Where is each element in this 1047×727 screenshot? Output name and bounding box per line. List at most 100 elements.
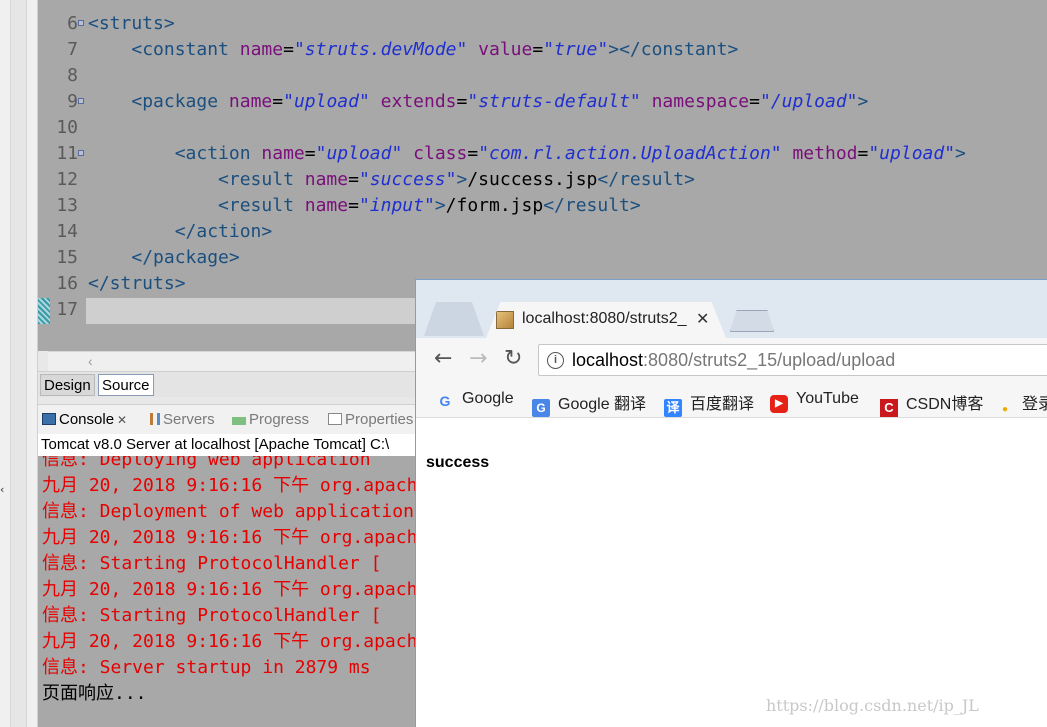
info-icon[interactable]: i xyxy=(547,352,564,369)
forward-arrow-icon[interactable]: → xyxy=(469,346,487,371)
address-bar[interactable]: i localhost:8080/struts2_15/upload/uploa… xyxy=(538,344,1047,376)
fold-toggle-icon[interactable] xyxy=(78,20,84,26)
log-line: 九月 20, 2018 9:16:16 下午 org.apache xyxy=(42,527,418,548)
code-token: ></constant> xyxy=(608,39,739,60)
code-token: "upload" xyxy=(283,91,370,112)
console-view-tabs: Console ✕ Servers Progress Properties xyxy=(38,404,418,434)
page-message: success xyxy=(426,454,490,471)
code-token: "/upload" xyxy=(759,91,858,112)
code-token: = xyxy=(467,143,479,164)
code-line[interactable]: 15 </package> xyxy=(38,245,1047,271)
code-line[interactable]: 12 <result name="success">/success.jsp</… xyxy=(38,167,1047,193)
youtube-icon: ▶ xyxy=(770,395,788,413)
code-line[interactable]: 10 xyxy=(38,115,1047,141)
code-token: "struts.devMode" xyxy=(293,39,468,60)
bookmark-login[interactable]: ● 登录 xyxy=(996,390,1047,419)
line-number: 7 xyxy=(67,39,78,60)
fold-toggle-icon[interactable] xyxy=(78,98,84,104)
browser-tab-active[interactable]: localhost:8080/struts2_ ✕ xyxy=(486,302,726,338)
code-line[interactable]: 7 <constant name="struts.devMode" value=… xyxy=(38,37,1047,63)
back-arrow-icon[interactable]: ← xyxy=(434,346,452,371)
close-icon[interactable]: ✕ xyxy=(117,413,127,427)
code-line[interactable]: 9 <package name="upload" extends="struts… xyxy=(38,89,1047,115)
console-icon xyxy=(42,413,56,425)
url-text[interactable]: localhost:8080/struts2_15/upload/upload xyxy=(572,350,895,371)
line-number: 16 xyxy=(56,273,78,294)
code-token: "true" xyxy=(543,39,609,60)
browser-toolbar: ← → ↻ i localhost:8080/struts2_15/upload… xyxy=(416,338,1047,382)
tab-servers[interactable]: Servers xyxy=(150,411,215,428)
csdn-icon: C xyxy=(880,399,898,417)
reload-icon[interactable]: ↻ xyxy=(504,346,522,371)
google-icon: G xyxy=(439,393,451,409)
code-token: name xyxy=(304,169,349,190)
bookmark-baidu-translate[interactable]: 译百度翻译 xyxy=(664,390,754,417)
code-text: </struts> xyxy=(88,271,186,297)
code-token: </result> xyxy=(543,195,641,216)
log-line: 信息: Server startup in 2879 ms xyxy=(42,657,371,678)
tab-design[interactable]: Design xyxy=(40,374,95,396)
code-text: <package name="upload" extends="struts-d… xyxy=(88,89,868,115)
code-token: method xyxy=(792,143,858,164)
left-scrollbar[interactable] xyxy=(10,0,27,727)
scroll-left-icon[interactable]: ‹ xyxy=(88,353,93,369)
fold-toggle-icon[interactable] xyxy=(78,150,84,156)
tab-console-label: Console xyxy=(59,411,115,428)
log-line: 信息: Deploying web application xyxy=(42,456,371,470)
url-path: :8080/struts2_15/upload/upload xyxy=(643,350,896,370)
left-strip-glyph: ‹ xyxy=(0,483,5,496)
google-translate-icon: G xyxy=(532,399,550,417)
code-text: <result name="success">/success.jsp</res… xyxy=(88,167,695,193)
code-token: > xyxy=(955,143,966,164)
code-line[interactable]: 8 xyxy=(38,63,1047,89)
line-number: 9 xyxy=(67,91,78,112)
line-number: 8 xyxy=(67,65,78,86)
code-token: "success" xyxy=(358,169,457,190)
bookmark-google-translate[interactable]: G Google 翻译 xyxy=(532,390,646,417)
code-token: = xyxy=(456,91,468,112)
code-token: </package> xyxy=(131,247,240,268)
code-token: name xyxy=(239,39,284,60)
tab-close-icon[interactable]: ✕ xyxy=(696,309,709,329)
bookmark-csdn[interactable]: C CSDN博客 xyxy=(880,390,983,417)
bookmark-label: Google 翻译 xyxy=(558,396,647,413)
tab-progress[interactable]: Progress xyxy=(232,411,309,428)
tab-console[interactable]: Console ✕ xyxy=(42,411,127,428)
code-line[interactable]: 6 <struts> xyxy=(38,11,1047,37)
bookmark-label: 百度翻译 xyxy=(690,396,755,413)
console-output[interactable]: 信息: Deploying web application 九月 20, 201… xyxy=(38,456,418,727)
bookmark-google[interactable]: G Google xyxy=(436,390,514,410)
baidu-translate-icon: 译 xyxy=(664,399,682,417)
code-line[interactable]: 11 <action name="upload" class="com.rl.a… xyxy=(38,141,1047,167)
inactive-tab[interactable] xyxy=(424,302,484,336)
new-tab-button[interactable] xyxy=(730,310,774,332)
code-token: extends xyxy=(380,91,457,112)
log-line: 九月 20, 2018 9:16:16 下午 org.apache xyxy=(42,631,418,652)
tab-source[interactable]: Source xyxy=(98,374,154,396)
bookmark-label: YouTube xyxy=(796,390,859,407)
code-text: <result name="input">/form.jsp</result> xyxy=(88,193,641,219)
servers-icon xyxy=(150,413,160,425)
editor-horizontal-scrollbar[interactable]: ‹ xyxy=(48,351,418,371)
bookmark-youtube[interactable]: ▶ YouTube xyxy=(770,390,859,413)
code-token: name xyxy=(228,91,273,112)
browser-tab-title: localhost:8080/struts2_ xyxy=(522,310,687,327)
browser-tabstrip: localhost:8080/struts2_ ✕ xyxy=(416,280,1047,338)
code-token: <result xyxy=(218,169,305,190)
code-line[interactable]: 14 </action> xyxy=(38,219,1047,245)
code-token: value xyxy=(478,39,533,60)
progress-icon xyxy=(232,417,246,425)
tab-properties[interactable]: Properties xyxy=(328,411,413,428)
code-text: <constant name="struts.devMode" value="t… xyxy=(88,37,738,63)
page-content: success xyxy=(416,419,1047,727)
code-line[interactable]: 13 <result name="input">/form.jsp</resul… xyxy=(38,193,1047,219)
code-text: </action> xyxy=(88,219,273,245)
